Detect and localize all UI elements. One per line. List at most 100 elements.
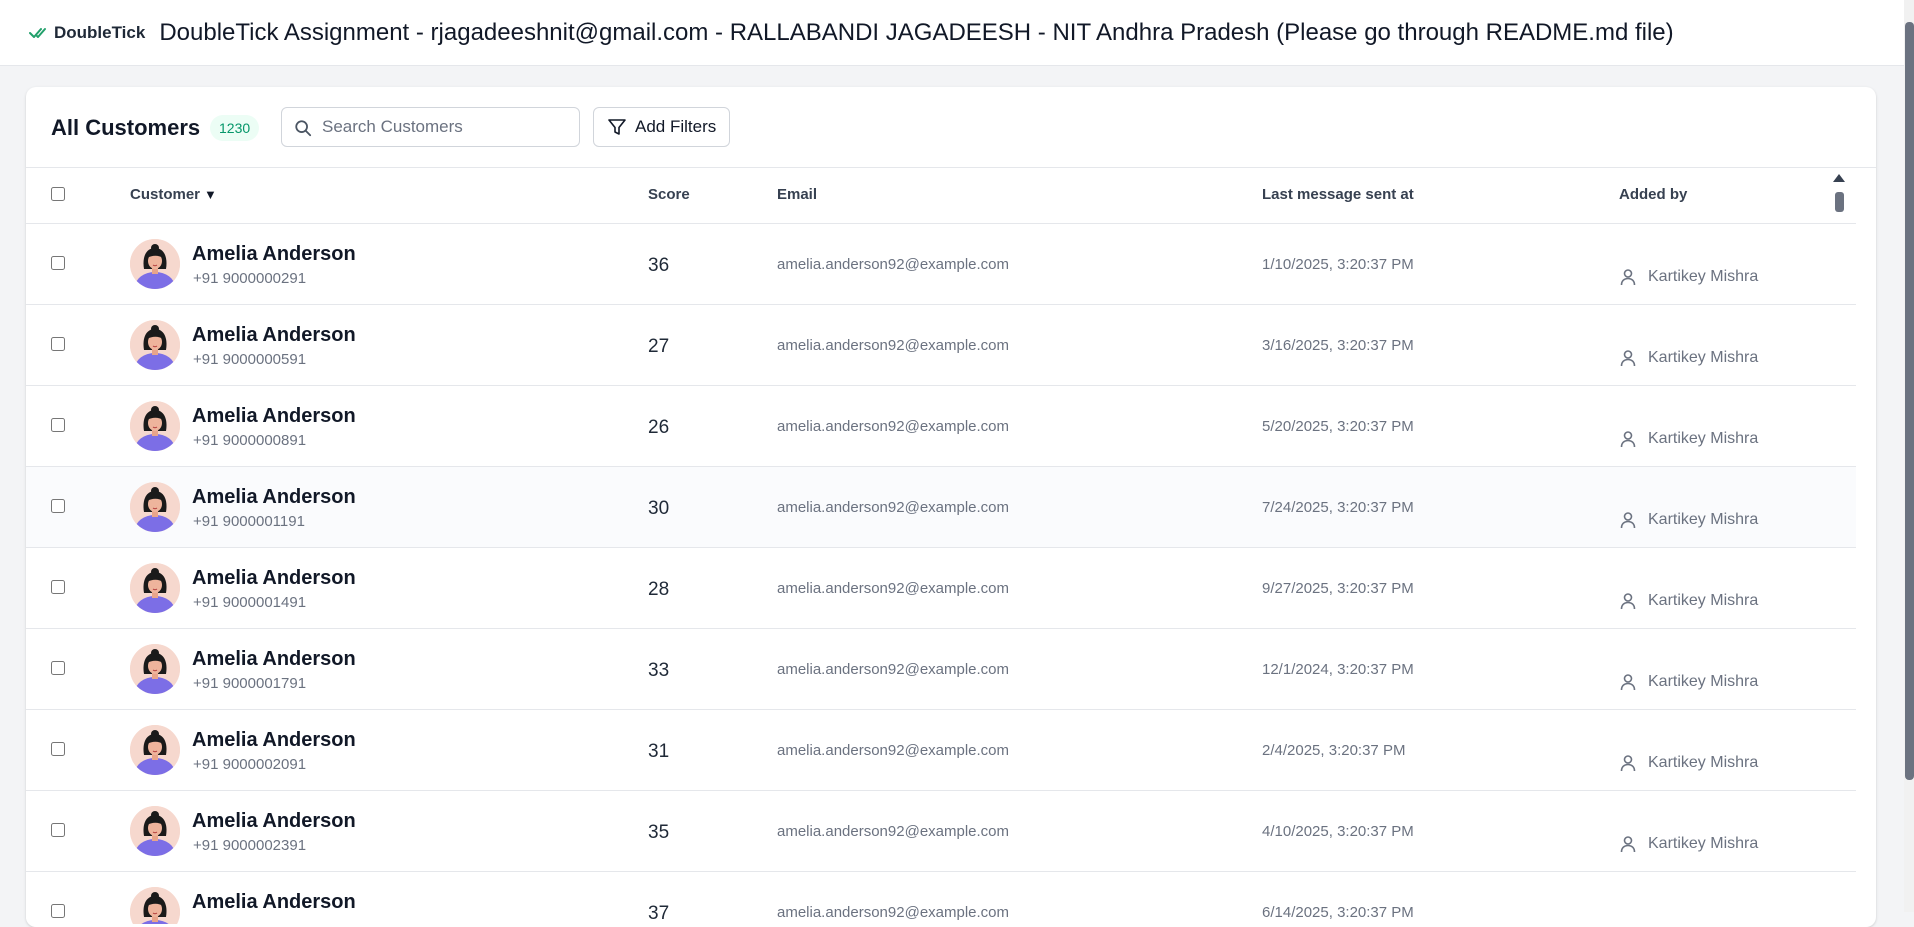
customer-email: amelia.anderson92@example.com: [777, 418, 1010, 435]
table-row[interactable]: Amelia Anderson +91 9000000291 36 amelia…: [26, 224, 1856, 305]
avatar-illustration: [130, 320, 180, 370]
table-scroll-up-arrow[interactable]: [1833, 174, 1845, 182]
user-icon: [1620, 512, 1636, 529]
last-message-time: 7/24/2025, 3:20:37 PM: [1262, 499, 1414, 516]
row-checkbox[interactable]: [51, 580, 65, 594]
brand-logo[interactable]: DoubleTick: [29, 23, 145, 43]
added-by: Kartikey Mishra: [1619, 349, 1758, 367]
added-by: Kartikey Mishra: [1619, 592, 1758, 610]
table-row[interactable]: Amelia Anderson +91 9000002391 35 amelia…: [26, 791, 1856, 872]
avatar-illustration: [130, 887, 180, 924]
customer-email: amelia.anderson92@example.com: [777, 661, 1010, 678]
column-score[interactable]: Score: [648, 186, 690, 203]
customer-score: 33: [648, 660, 670, 681]
customer-score: 30: [648, 498, 670, 519]
customer-email: amelia.anderson92@example.com: [777, 337, 1010, 354]
row-checkbox[interactable]: [51, 823, 65, 837]
customer-name: Amelia Anderson: [192, 324, 356, 346]
add-filters-label: Add Filters: [635, 117, 717, 136]
filter-icon: [608, 119, 626, 135]
table-row[interactable]: Amelia Anderson +91 9000000591 27 amelia…: [26, 305, 1856, 386]
customer-email: amelia.anderson92@example.com: [777, 742, 1010, 759]
added-by: Kartikey Mishra: [1619, 673, 1758, 691]
sort-down-icon[interactable]: ▼: [204, 187, 217, 202]
avatar-illustration: [130, 563, 180, 613]
last-message-time: 1/10/2025, 3:20:37 PM: [1262, 256, 1414, 273]
customer-name: Amelia Anderson: [192, 648, 356, 670]
customer-score: 37: [648, 903, 670, 924]
row-checkbox[interactable]: [51, 661, 65, 675]
table-header: Customer ▼ Score Email Last message sent …: [26, 168, 1856, 224]
customer-score: 35: [648, 822, 670, 843]
table-row[interactable]: Amelia Anderson +91 9000002091 31 amelia…: [26, 710, 1856, 791]
search-input[interactable]: [322, 114, 572, 140]
select-all-checkbox[interactable]: [51, 187, 65, 201]
double-check-icon: [29, 27, 46, 38]
customer-name: Amelia Anderson: [192, 486, 356, 508]
customer-score: 31: [648, 741, 670, 762]
customer-score: 28: [648, 579, 670, 600]
last-message-time: 4/10/2025, 3:20:37 PM: [1262, 823, 1414, 840]
added-by-name: Kartikey Mishra: [1648, 430, 1759, 447]
customer-score: 27: [648, 336, 670, 357]
top-bar: DoubleTick DoubleTick Assignment - rjaga…: [0, 0, 1904, 66]
window-scrollbar-thumb[interactable]: [1905, 22, 1914, 780]
customer-avatar: [130, 239, 180, 289]
table-row[interactable]: Amelia Anderson +91 9000001791 33 amelia…: [26, 629, 1856, 710]
table-row[interactable]: Amelia Anderson +91 9000000891 26 amelia…: [26, 386, 1856, 467]
customer-email: amelia.anderson92@example.com: [777, 580, 1010, 597]
customer-score: 36: [648, 255, 670, 276]
column-email[interactable]: Email: [777, 186, 817, 203]
user-icon: [1620, 593, 1636, 610]
last-message-time: 2/4/2025, 3:20:37 PM: [1262, 742, 1406, 759]
added-by: Kartikey Mishra: [1619, 511, 1758, 529]
customer-table-body: Amelia Anderson +91 9000000291 36 amelia…: [26, 224, 1856, 924]
customer-phone: +91 9000002391: [193, 837, 307, 854]
customer-count-badge: 1230: [210, 115, 260, 141]
list-title: All Customers: [51, 115, 201, 140]
row-checkbox[interactable]: [51, 256, 65, 270]
customer-phone: +91 9000001791: [193, 675, 307, 692]
row-checkbox[interactable]: [51, 337, 65, 351]
customer-score: 26: [648, 417, 670, 438]
last-message-time: 3/16/2025, 3:20:37 PM: [1262, 337, 1414, 354]
row-checkbox[interactable]: [51, 904, 65, 918]
user-icon: [1620, 755, 1636, 772]
table-row[interactable]: Amelia Anderson +91 9000001491 28 amelia…: [26, 548, 1856, 629]
customer-name: Amelia Anderson: [192, 405, 356, 427]
added-by-name: Kartikey Mishra: [1648, 673, 1759, 690]
search-icon: [295, 120, 312, 137]
search-box[interactable]: [281, 107, 580, 147]
user-icon: [1620, 674, 1636, 691]
customer-email: amelia.anderson92@example.com: [777, 904, 1010, 921]
customer-avatar: [130, 401, 180, 451]
user-icon: [1620, 269, 1636, 286]
table-scrollbar-thumb[interactable]: [1835, 192, 1844, 212]
table-row[interactable]: Amelia Anderson +91 9000001191 30 amelia…: [26, 467, 1856, 548]
added-by-name: Kartikey Mishra: [1648, 349, 1759, 366]
last-message-time: 9/27/2025, 3:20:37 PM: [1262, 580, 1414, 597]
avatar-illustration: [130, 482, 180, 532]
add-filters-button[interactable]: Add Filters: [593, 107, 730, 147]
column-customer[interactable]: Customer ▼: [130, 186, 217, 203]
row-checkbox[interactable]: [51, 742, 65, 756]
added-by-name: Kartikey Mishra: [1648, 268, 1759, 285]
row-checkbox[interactable]: [51, 499, 65, 513]
customer-avatar: [130, 482, 180, 532]
added-by: Kartikey Mishra: [1619, 754, 1758, 772]
user-icon: [1620, 350, 1636, 367]
last-message-time: 5/20/2025, 3:20:37 PM: [1262, 418, 1414, 435]
table-row[interactable]: Amelia Anderson 37 amelia.anderson92@exa…: [26, 872, 1856, 924]
avatar-illustration: [130, 239, 180, 289]
added-by: Kartikey Mishra: [1619, 268, 1758, 286]
row-checkbox[interactable]: [51, 418, 65, 432]
added-by-name: Kartikey Mishra: [1648, 754, 1759, 771]
column-last-message[interactable]: Last message sent at: [1262, 186, 1414, 203]
customer-phone: +91 9000002091: [193, 756, 307, 773]
customer-avatar: [130, 644, 180, 694]
added-by-name: Kartikey Mishra: [1648, 835, 1759, 852]
customer-name: Amelia Anderson: [192, 243, 356, 265]
customer-email: amelia.anderson92@example.com: [777, 499, 1010, 516]
customer-phone: +91 9000001191: [193, 513, 305, 530]
column-added-by[interactable]: Added by: [1619, 186, 1687, 203]
